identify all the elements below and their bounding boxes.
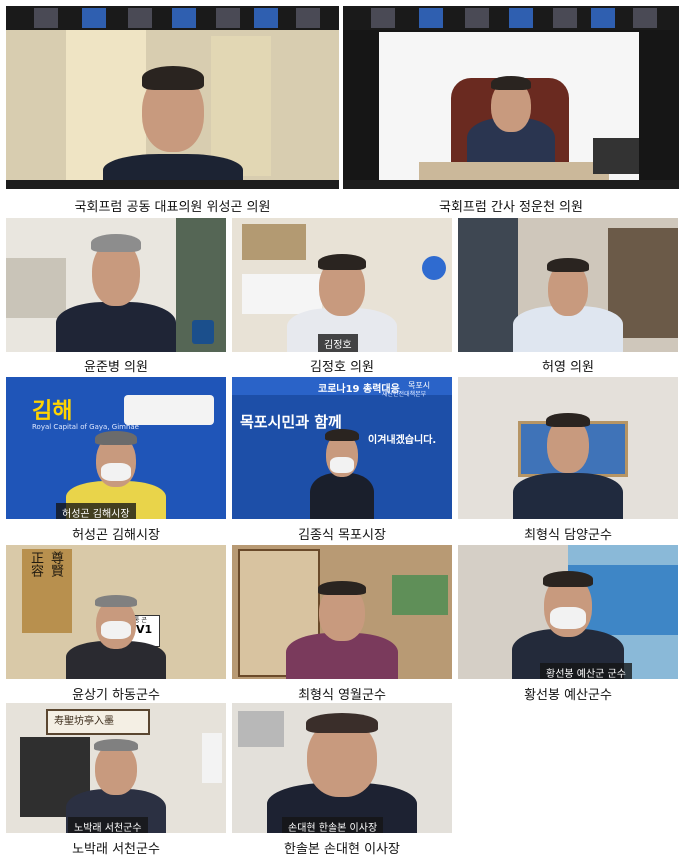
caption: 허영 의원 [542, 360, 594, 375]
banner-slogan: 목포시민과 함께 [240, 413, 342, 431]
video-tile-heo-seonggon: 김해 Royal Capital of Gaya, Gimhae 허성곤 김해시… [6, 377, 226, 519]
video-tile-heo-yeong [458, 218, 678, 352]
zoom-toolbar [6, 180, 339, 189]
video-tile-choi-myeongseo-yeongwol [232, 545, 452, 679]
video-tile-choi-hyeongsik-damyang [458, 377, 678, 519]
caption: 허성곤 김해시장 [72, 528, 160, 543]
video-tile-no-baklae: 寿聖坊亭入墨 노박래 서천군수 [6, 703, 226, 833]
calligraphy-frame: 寿聖坊亭入墨 [54, 716, 114, 727]
caption: 노박래 서천군수 [72, 842, 160, 857]
video-tile-kim-jeongho: 김정호 [232, 218, 452, 352]
caption: 최형식 영월군수 [298, 688, 386, 703]
city-slogan: Royal Capital of Gaya, Gimhae [32, 423, 139, 431]
caption: 김종식 목포시장 [298, 528, 386, 543]
caption: 김정호 의원 [310, 360, 374, 375]
participant-name-tag: 김정호 [318, 334, 358, 352]
participant-strip [343, 6, 679, 30]
name-plate: V1 [136, 623, 153, 636]
video-tile-son-daehyeon: 손대현 한솔본 이사장 [232, 703, 452, 833]
caption: 윤준병 의원 [84, 360, 148, 375]
participant-strip [6, 6, 339, 30]
video-tile-wi-seonggon [6, 6, 339, 189]
participant-name-tag: 손대현 한솔본 이사장 [282, 817, 384, 833]
caption: 국회프럼 간사 정운천 의원 [439, 200, 583, 215]
caption: 한솔본 손대현 이사장 [284, 842, 400, 857]
video-tile-jeong-uncheon [343, 6, 679, 189]
city-name-sub: 재난안전대책본부 [382, 391, 427, 398]
zoom-toolbar [343, 180, 679, 189]
video-tile-yun-sanggi: 正容 尊賢 V1 통 곤 [6, 545, 226, 679]
caption: 윤상기 하동군수 [72, 688, 160, 703]
caption: 최형식 담양군수 [524, 528, 612, 543]
video-tile-yun-junbyeong [6, 218, 226, 352]
calligraphy-left: 正容 [28, 551, 43, 577]
video-tile-kim-jongsik: 코로나19 총력대응 목포시 재난안전대책본부 목포시민과 함께 이겨내겠습니다… [232, 377, 452, 519]
calligraphy-right: 尊賢 [48, 551, 63, 577]
participant-name-tag: 노박래 서천군수 [68, 817, 148, 833]
video-tile-hwang-seonbong: 황선봉 예산군 군수 [458, 545, 678, 679]
participant-name-tag: 황선봉 예산군 군수 [540, 663, 632, 679]
caption: 국회프럼 공동 대표의원 위성곤 의원 [74, 200, 271, 215]
city-logo: 김해 [32, 399, 73, 424]
caption: 황선봉 예산군수 [524, 688, 612, 703]
participant-name-tag: 허성곤 김해시장 [56, 503, 136, 519]
banner-slogan-2: 이겨내겠습니다. [368, 435, 437, 446]
